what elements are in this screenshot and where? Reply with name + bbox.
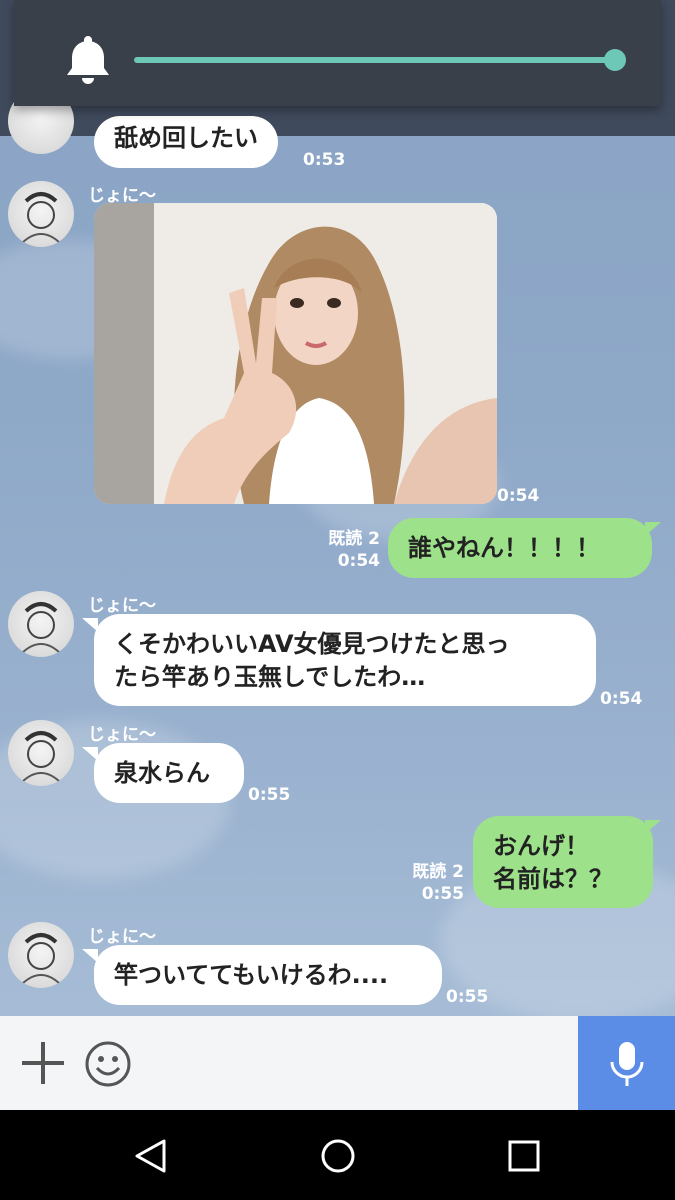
avatar-drawing	[21, 933, 61, 985]
message-text-line: くそかわいいAV女優見つけたと思っ	[114, 630, 510, 658]
message-text-line: おんげ！	[493, 832, 589, 860]
back-icon[interactable]	[132, 1137, 170, 1175]
message-time: 0:55	[248, 785, 291, 805]
message-text-line: たら竿あり玉無しでしたわ…	[114, 663, 426, 691]
photo-message[interactable]	[94, 203, 497, 504]
emoji-icon[interactable]	[84, 1040, 132, 1088]
plus-icon[interactable]	[20, 1040, 66, 1086]
message-text: 竿ついててもいけるわ....	[114, 961, 389, 989]
recents-icon[interactable]	[507, 1139, 541, 1173]
sender-name: じょに〜	[88, 927, 156, 947]
message-time: 0:54	[337, 551, 380, 571]
sender-name: じょに〜	[88, 725, 156, 745]
volume-panel	[14, 0, 661, 106]
read-receipt: 既読 2 0:54	[300, 528, 380, 572]
volume-slider-track[interactable]	[134, 57, 616, 63]
message-text: 泉水らん	[114, 759, 210, 787]
sender-name: じょに〜	[88, 596, 156, 616]
navigation-bar	[0, 1110, 675, 1200]
message-bubble[interactable]: 泉水らん	[94, 743, 244, 803]
avatar[interactable]	[8, 591, 74, 657]
home-icon[interactable]	[319, 1137, 357, 1175]
message-bubble[interactable]: おんげ！ 名前は？？	[473, 816, 653, 908]
message-bubble[interactable]: くそかわいいAV女優見つけたと思っ たら竿あり玉無しでしたわ…	[94, 614, 596, 706]
message-time: 0:54	[497, 486, 540, 506]
bubble-tail	[645, 522, 661, 536]
message-bubble[interactable]: 誰やねん！！！！	[388, 518, 652, 578]
read-count: 既読 2	[412, 862, 464, 882]
avatar-drawing	[21, 192, 61, 244]
avatar-drawing	[21, 602, 61, 654]
message-text-line: 名前は？？	[493, 865, 613, 893]
message-time: 0:53	[303, 150, 346, 170]
message-input-bar[interactable]	[0, 1016, 578, 1110]
bell-icon[interactable]	[66, 34, 110, 84]
avatar[interactable]	[8, 720, 74, 786]
avatar[interactable]	[8, 181, 74, 247]
message-text: 舐め回したい	[114, 124, 258, 152]
volume-slider-thumb[interactable]	[604, 49, 626, 71]
bubble-tail	[645, 820, 661, 834]
avatar[interactable]	[8, 922, 74, 988]
message-text: 誰やねん！！！！	[408, 534, 600, 562]
message-time: 0:55	[421, 884, 464, 904]
mic-icon	[610, 1042, 644, 1086]
read-count: 既読 2	[328, 529, 380, 549]
voice-button[interactable]	[578, 1016, 675, 1110]
message-time: 0:54	[600, 689, 643, 709]
message-bubble[interactable]: 竿ついててもいけるわ....	[94, 945, 442, 1005]
avatar-drawing	[21, 731, 61, 783]
message-time: 0:55	[446, 987, 489, 1007]
photo-image	[94, 203, 497, 504]
message-bubble[interactable]: 舐め回したい	[94, 116, 278, 168]
read-receipt: 既読 2 0:55	[384, 861, 464, 905]
